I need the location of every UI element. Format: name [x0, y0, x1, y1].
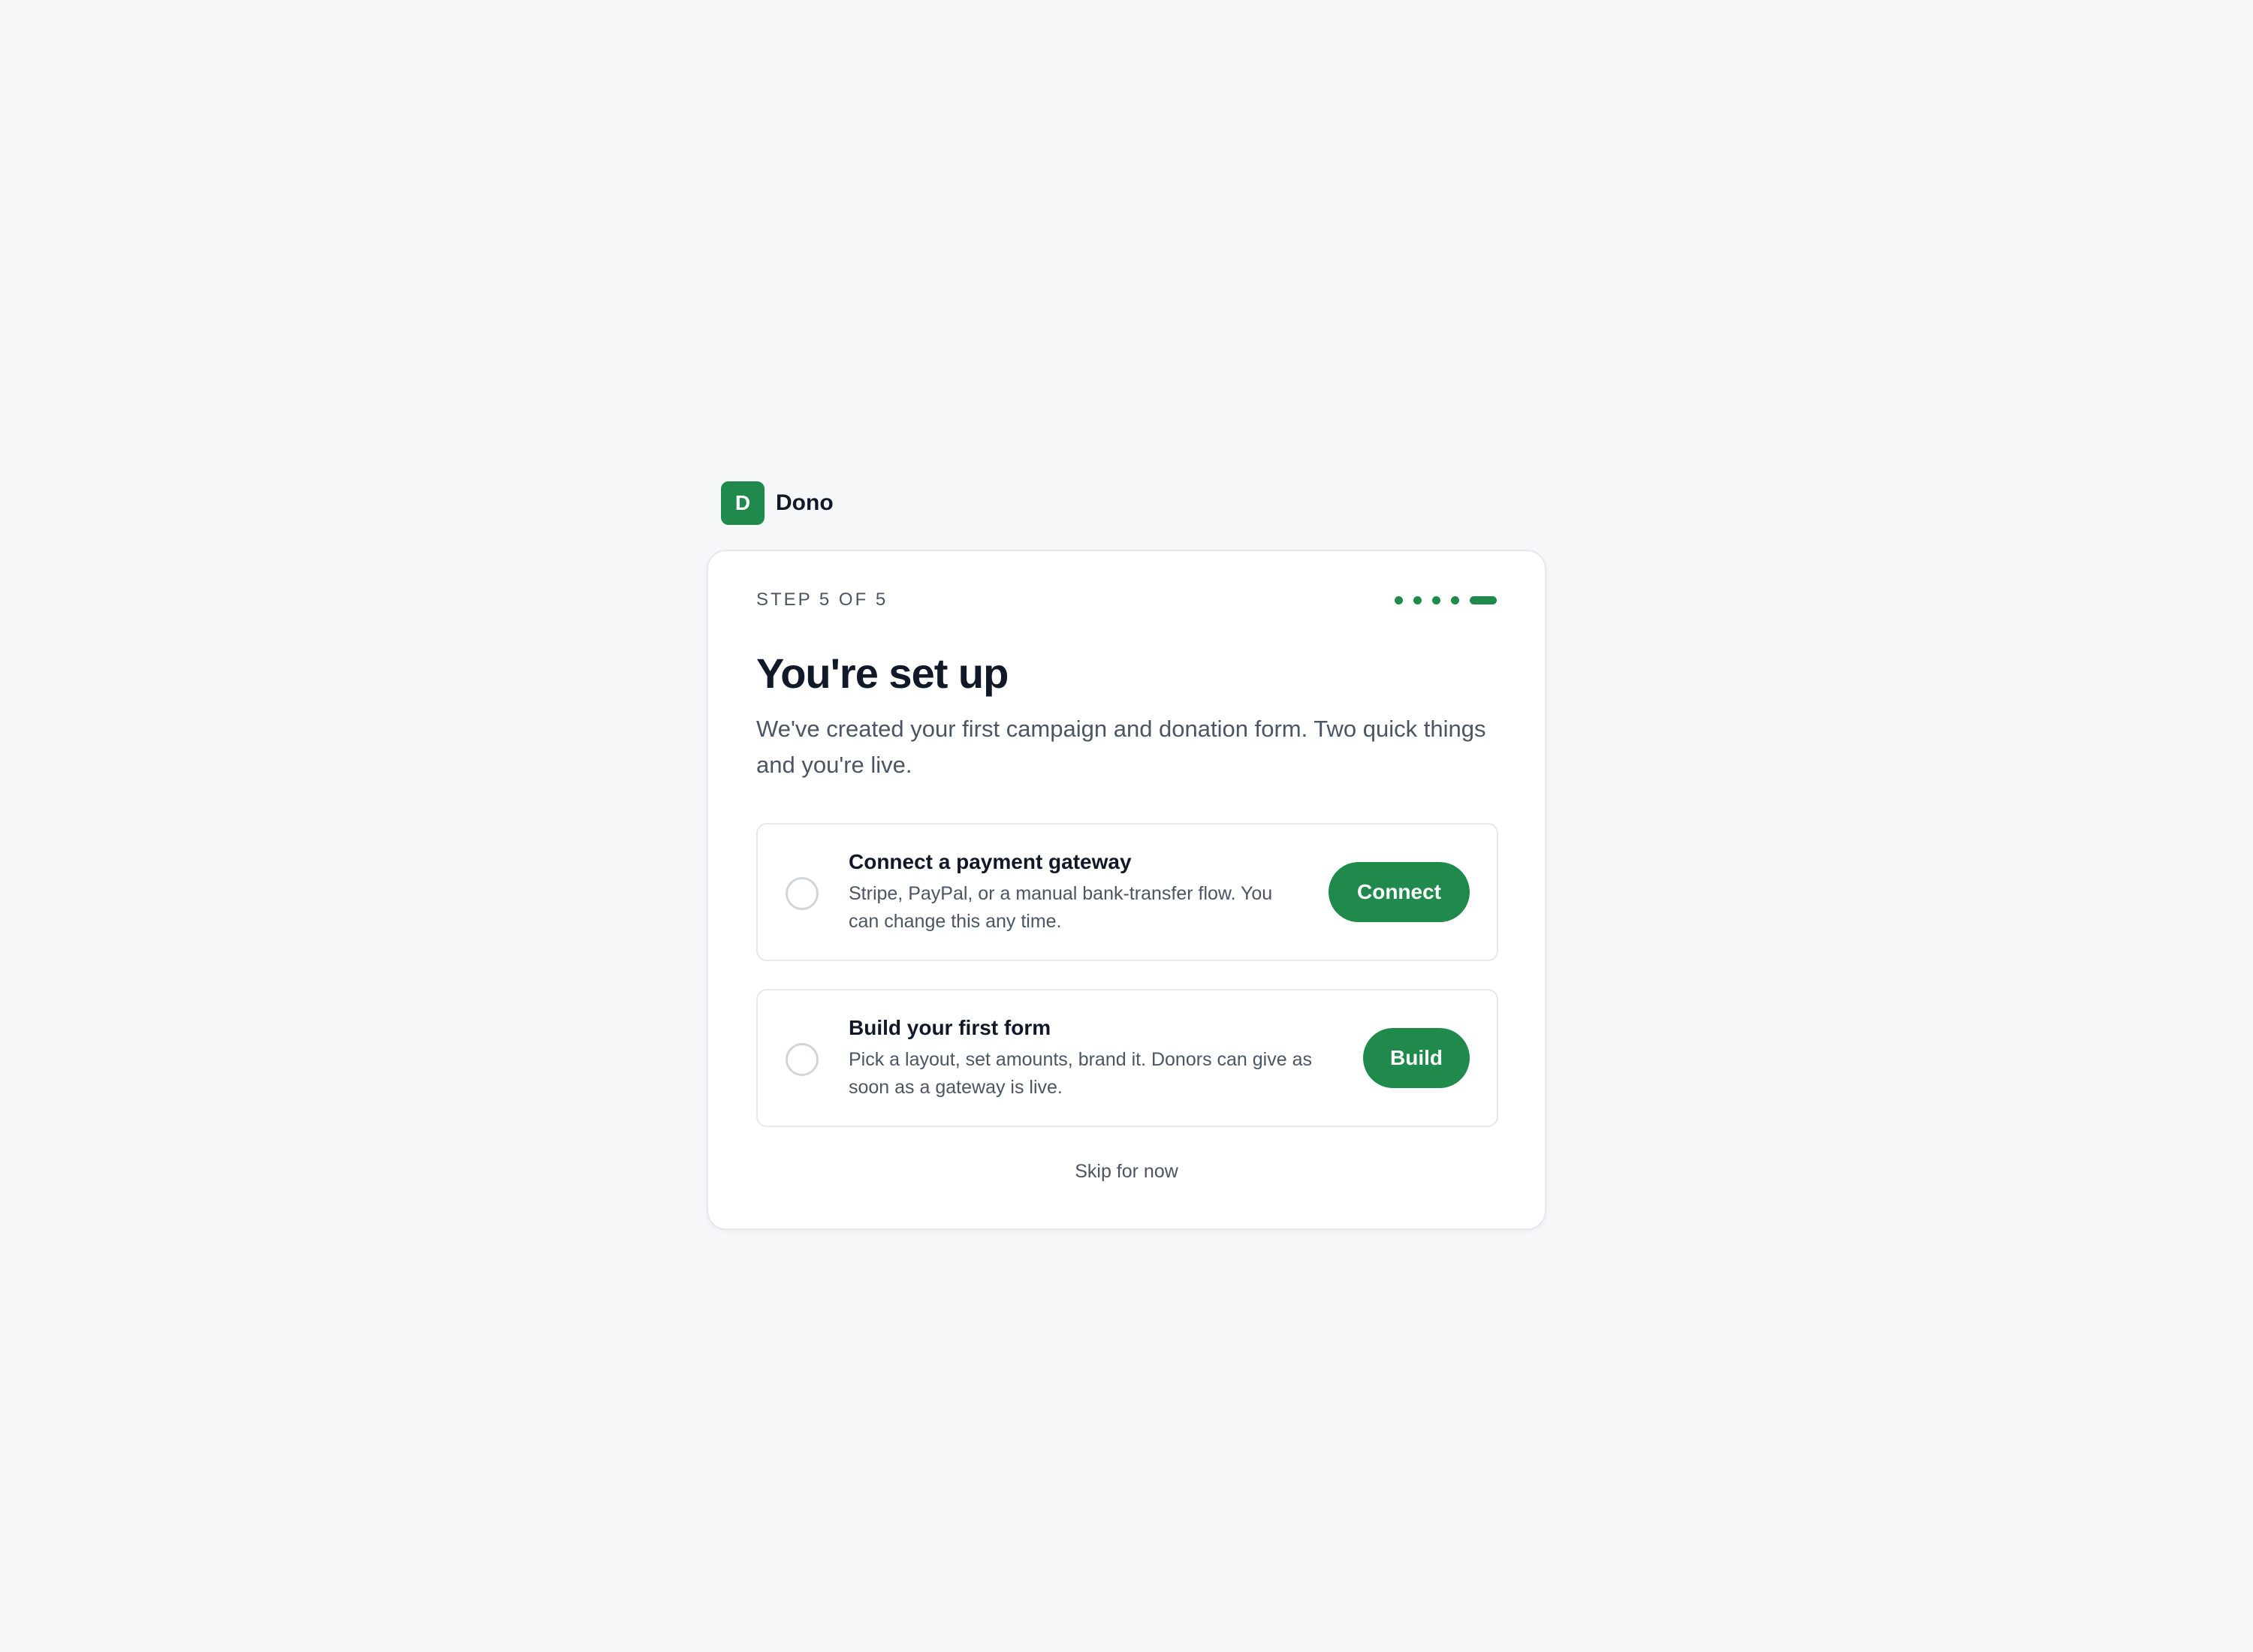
progress-dot-5-active [1470, 595, 1497, 604]
task-body: Build your first form Pick a layout, set… [849, 1014, 1344, 1102]
progress-dot-3 [1432, 595, 1440, 604]
task-body: Connect a payment gateway Stripe, PayPal… [849, 849, 1299, 936]
task-title: Connect a payment gateway [849, 850, 1132, 873]
onboarding-stage: D Dono STEP 5 OF 5 You're set up We've c… [707, 481, 1546, 1230]
page-subtitle: We've created your first campaign and do… [756, 716, 1486, 778]
build-button[interactable]: Build [1363, 1028, 1470, 1088]
step-label: STEP 5 OF 5 [756, 589, 888, 610]
task-build-form: Build your first form Pick a layout, set… [756, 989, 1498, 1127]
task-checkbox[interactable] [786, 877, 819, 910]
onboarding-card: STEP 5 OF 5 You're set up We've created … [707, 550, 1546, 1230]
brand-header: D Dono [721, 481, 1546, 525]
step-indicator: STEP 5 OF 5 [756, 589, 1497, 611]
progress-dot-4 [1451, 595, 1459, 604]
task-checkbox[interactable] [786, 1043, 819, 1076]
connect-button[interactable]: Connect [1329, 862, 1470, 922]
progress-dot-1 [1395, 595, 1403, 604]
progress-dots [1395, 595, 1497, 604]
task-description: Pick a layout, set amounts, brand it. Do… [849, 1049, 1312, 1098]
task-title: Build your first form [849, 1016, 1051, 1039]
brand-name: Dono [776, 490, 834, 515]
skip-link[interactable]: Skip for now [708, 1161, 1545, 1183]
progress-dot-2 [1413, 595, 1422, 604]
task-connect-gateway: Connect a payment gateway Stripe, PayPal… [756, 823, 1498, 961]
brand-logo: D [721, 481, 765, 525]
task-description: Stripe, PayPal, or a manual bank-transfe… [849, 883, 1273, 932]
page-title: You're set up [756, 650, 1009, 697]
